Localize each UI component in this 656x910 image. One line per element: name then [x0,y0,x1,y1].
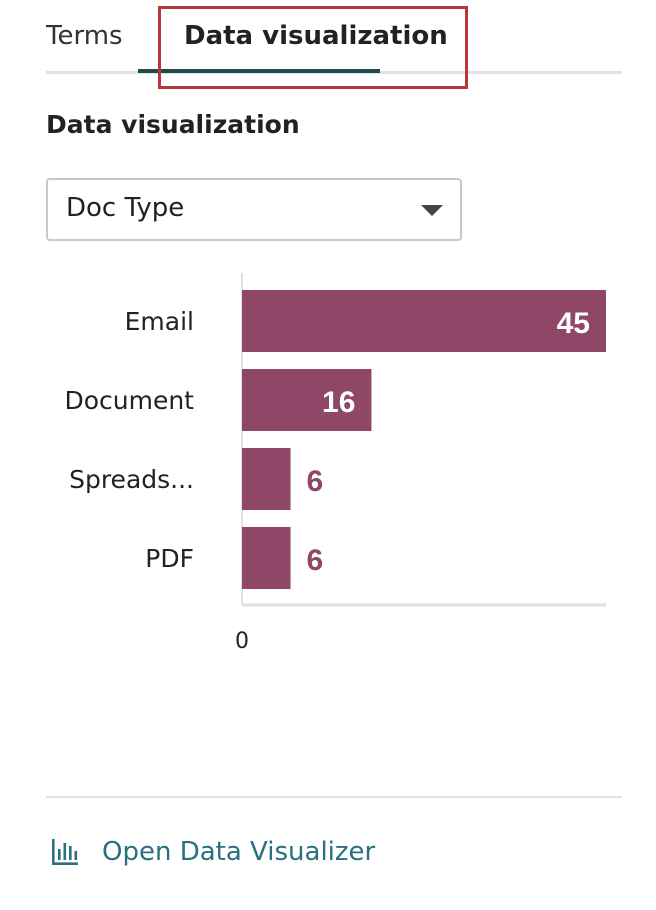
bar-0 [242,290,606,352]
value-label-3: 6 [307,544,324,577]
open-data-visualizer-link[interactable]: Open Data Visualizer [50,832,375,872]
bar-chart-icon [52,839,78,865]
dropdown-selected-value: Doc Type [66,193,185,223]
doc-type-bar-chart: Email 45 Document 16 Spreads... 6 PDF 6 0 [0,270,656,670]
section-title: Data visualization [46,110,300,139]
data-visualization-panel: Terms Data visualization Data visualizat… [0,0,656,910]
category-label-2: Spreads... [69,465,194,494]
chart-svg: Email 45 Document 16 Spreads... 6 PDF 6 0 [64,273,606,654]
tab-bar: Terms Data visualization [46,0,622,74]
footer-divider [46,796,622,798]
doc-type-dropdown[interactable]: Doc Type [46,178,462,241]
value-label-2: 6 [307,465,324,498]
category-label-3: PDF [145,544,194,573]
category-label-1: Document [64,386,194,415]
value-label-0: 45 [557,307,590,340]
tab-terms[interactable]: Terms [46,18,123,54]
open-data-visualizer-label: Open Data Visualizer [102,837,376,867]
category-label-0: Email [125,307,194,336]
bar-2 [242,448,291,510]
caret-down-icon [421,205,443,216]
active-tab-indicator [138,69,380,73]
x-tick-label-0: 0 [235,629,249,654]
bar-3 [242,527,291,589]
tab-data-visualization[interactable]: Data visualization [184,18,448,54]
value-label-1: 16 [322,386,355,419]
